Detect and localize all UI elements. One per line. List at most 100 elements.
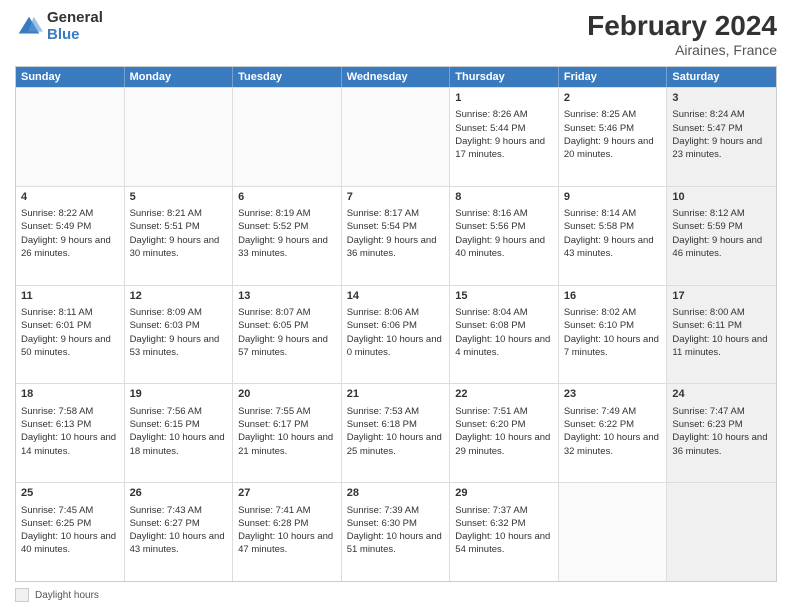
cell-content-line: Sunset: 5:56 PM bbox=[455, 220, 553, 233]
cell-content-line: Sunrise: 8:17 AM bbox=[347, 207, 445, 220]
cal-cell-0-3 bbox=[342, 88, 451, 186]
cell-content-line: Sunrise: 8:00 AM bbox=[672, 306, 771, 319]
cell-content-line: Sunrise: 7:37 AM bbox=[455, 504, 553, 517]
day-number: 22 bbox=[455, 387, 553, 402]
day-number: 11 bbox=[21, 289, 119, 304]
cell-content-line: Sunset: 6:32 PM bbox=[455, 517, 553, 530]
cell-content-line: Sunrise: 8:02 AM bbox=[564, 306, 662, 319]
header-monday: Monday bbox=[125, 67, 234, 87]
cell-content-line: Sunset: 6:15 PM bbox=[130, 418, 228, 431]
day-number: 7 bbox=[347, 190, 445, 205]
cell-content-line: Sunset: 6:17 PM bbox=[238, 418, 336, 431]
cell-content-line: Sunset: 5:51 PM bbox=[130, 220, 228, 233]
cell-content-line: Sunrise: 8:19 AM bbox=[238, 207, 336, 220]
cell-content-line: Sunset: 6:01 PM bbox=[21, 319, 119, 332]
day-number: 26 bbox=[130, 486, 228, 501]
cal-cell-3-2: 20Sunrise: 7:55 AMSunset: 6:17 PMDayligh… bbox=[233, 384, 342, 482]
cell-content-line: Daylight: 10 hours and 32 minutes. bbox=[564, 431, 662, 458]
cal-cell-2-0: 11Sunrise: 8:11 AMSunset: 6:01 PMDayligh… bbox=[16, 286, 125, 384]
header-wednesday: Wednesday bbox=[342, 67, 451, 87]
cell-content-line: Sunset: 6:28 PM bbox=[238, 517, 336, 530]
day-number: 20 bbox=[238, 387, 336, 402]
cal-cell-3-0: 18Sunrise: 7:58 AMSunset: 6:13 PMDayligh… bbox=[16, 384, 125, 482]
legend-box bbox=[15, 588, 29, 602]
cell-content-line: Sunrise: 8:25 AM bbox=[564, 108, 662, 121]
cal-cell-3-5: 23Sunrise: 7:49 AMSunset: 6:22 PMDayligh… bbox=[559, 384, 668, 482]
day-number: 19 bbox=[130, 387, 228, 402]
cell-content-line: Sunset: 6:20 PM bbox=[455, 418, 553, 431]
cell-content-line: Daylight: 9 hours and 46 minutes. bbox=[672, 234, 771, 261]
cal-cell-0-4: 1Sunrise: 8:26 AMSunset: 5:44 PMDaylight… bbox=[450, 88, 559, 186]
cell-content-line: Daylight: 9 hours and 23 minutes. bbox=[672, 135, 771, 162]
cell-content-line: Daylight: 10 hours and 54 minutes. bbox=[455, 530, 553, 557]
day-number: 21 bbox=[347, 387, 445, 402]
cell-content-line: Sunrise: 7:39 AM bbox=[347, 504, 445, 517]
cal-cell-1-2: 6Sunrise: 8:19 AMSunset: 5:52 PMDaylight… bbox=[233, 187, 342, 285]
day-number: 16 bbox=[564, 289, 662, 304]
cell-content-line: Sunset: 6:23 PM bbox=[672, 418, 771, 431]
day-number: 25 bbox=[21, 486, 119, 501]
cell-content-line: Sunset: 5:54 PM bbox=[347, 220, 445, 233]
cell-content-line: Daylight: 10 hours and 36 minutes. bbox=[672, 431, 771, 458]
cell-content-line: Daylight: 9 hours and 30 minutes. bbox=[130, 234, 228, 261]
day-number: 24 bbox=[672, 387, 771, 402]
cell-content-line: Sunset: 6:03 PM bbox=[130, 319, 228, 332]
cal-cell-4-5 bbox=[559, 483, 668, 581]
cell-content-line: Sunrise: 8:14 AM bbox=[564, 207, 662, 220]
page: General Blue February 2024 Airaines, Fra… bbox=[0, 0, 792, 612]
cal-cell-0-1 bbox=[125, 88, 234, 186]
day-number: 2 bbox=[564, 91, 662, 106]
cell-content-line: Sunrise: 7:49 AM bbox=[564, 405, 662, 418]
legend-label: Daylight hours bbox=[35, 590, 99, 601]
cell-content-line: Sunset: 6:18 PM bbox=[347, 418, 445, 431]
header-friday: Friday bbox=[559, 67, 668, 87]
cell-content-line: Sunset: 5:46 PM bbox=[564, 122, 662, 135]
calendar-body: 1Sunrise: 8:26 AMSunset: 5:44 PMDaylight… bbox=[16, 87, 776, 581]
cell-content-line: Sunrise: 7:53 AM bbox=[347, 405, 445, 418]
cell-content-line: Daylight: 9 hours and 40 minutes. bbox=[455, 234, 553, 261]
cal-cell-4-1: 26Sunrise: 7:43 AMSunset: 6:27 PMDayligh… bbox=[125, 483, 234, 581]
cal-cell-2-4: 15Sunrise: 8:04 AMSunset: 6:08 PMDayligh… bbox=[450, 286, 559, 384]
calendar-header: Sunday Monday Tuesday Wednesday Thursday… bbox=[16, 67, 776, 87]
cell-content-line: Sunrise: 8:21 AM bbox=[130, 207, 228, 220]
header-saturday: Saturday bbox=[667, 67, 776, 87]
cell-content-line: Daylight: 10 hours and 7 minutes. bbox=[564, 333, 662, 360]
cell-content-line: Daylight: 10 hours and 40 minutes. bbox=[21, 530, 119, 557]
cell-content-line: Sunset: 6:27 PM bbox=[130, 517, 228, 530]
cal-cell-0-5: 2Sunrise: 8:25 AMSunset: 5:46 PMDaylight… bbox=[559, 88, 668, 186]
main-title: February 2024 bbox=[587, 10, 777, 42]
cell-content-line: Sunset: 6:06 PM bbox=[347, 319, 445, 332]
cell-content-line: Sunrise: 7:51 AM bbox=[455, 405, 553, 418]
cal-cell-2-5: 16Sunrise: 8:02 AMSunset: 6:10 PMDayligh… bbox=[559, 286, 668, 384]
cell-content-line: Sunrise: 8:16 AM bbox=[455, 207, 553, 220]
cell-content-line: Daylight: 10 hours and 29 minutes. bbox=[455, 431, 553, 458]
cell-content-line: Daylight: 9 hours and 43 minutes. bbox=[564, 234, 662, 261]
cal-cell-4-3: 28Sunrise: 7:39 AMSunset: 6:30 PMDayligh… bbox=[342, 483, 451, 581]
day-number: 8 bbox=[455, 190, 553, 205]
header: General Blue February 2024 Airaines, Fra… bbox=[15, 10, 777, 58]
cell-content-line: Sunrise: 8:22 AM bbox=[21, 207, 119, 220]
cell-content-line: Daylight: 10 hours and 47 minutes. bbox=[238, 530, 336, 557]
cal-cell-3-6: 24Sunrise: 7:47 AMSunset: 6:23 PMDayligh… bbox=[667, 384, 776, 482]
cell-content-line: Sunrise: 8:11 AM bbox=[21, 306, 119, 319]
cal-cell-4-4: 29Sunrise: 7:37 AMSunset: 6:32 PMDayligh… bbox=[450, 483, 559, 581]
cell-content-line: Sunrise: 7:45 AM bbox=[21, 504, 119, 517]
cell-content-line: Sunrise: 8:24 AM bbox=[672, 108, 771, 121]
cell-content-line: Daylight: 9 hours and 36 minutes. bbox=[347, 234, 445, 261]
header-sunday: Sunday bbox=[16, 67, 125, 87]
cell-content-line: Sunrise: 8:09 AM bbox=[130, 306, 228, 319]
cell-content-line: Sunrise: 8:12 AM bbox=[672, 207, 771, 220]
cal-cell-3-3: 21Sunrise: 7:53 AMSunset: 6:18 PMDayligh… bbox=[342, 384, 451, 482]
cal-row-1: 4Sunrise: 8:22 AMSunset: 5:49 PMDaylight… bbox=[16, 186, 776, 285]
cell-content-line: Sunrise: 8:04 AM bbox=[455, 306, 553, 319]
cal-row-0: 1Sunrise: 8:26 AMSunset: 5:44 PMDaylight… bbox=[16, 87, 776, 186]
cell-content-line: Sunset: 5:59 PM bbox=[672, 220, 771, 233]
cell-content-line: Daylight: 10 hours and 4 minutes. bbox=[455, 333, 553, 360]
cal-cell-1-0: 4Sunrise: 8:22 AMSunset: 5:49 PMDaylight… bbox=[16, 187, 125, 285]
day-number: 5 bbox=[130, 190, 228, 205]
header-tuesday: Tuesday bbox=[233, 67, 342, 87]
cal-cell-1-1: 5 Sunrise: 8:21 AMSunset: 5:51 PMDaylight… bbox=[125, 187, 234, 285]
cal-row-4: 25Sunrise: 7:45 AMSunset: 6:25 PMDayligh… bbox=[16, 482, 776, 581]
logo-icon bbox=[15, 13, 43, 41]
cal-cell-2-1: 12Sunrise: 8:09 AMSunset: 6:03 PMDayligh… bbox=[125, 286, 234, 384]
